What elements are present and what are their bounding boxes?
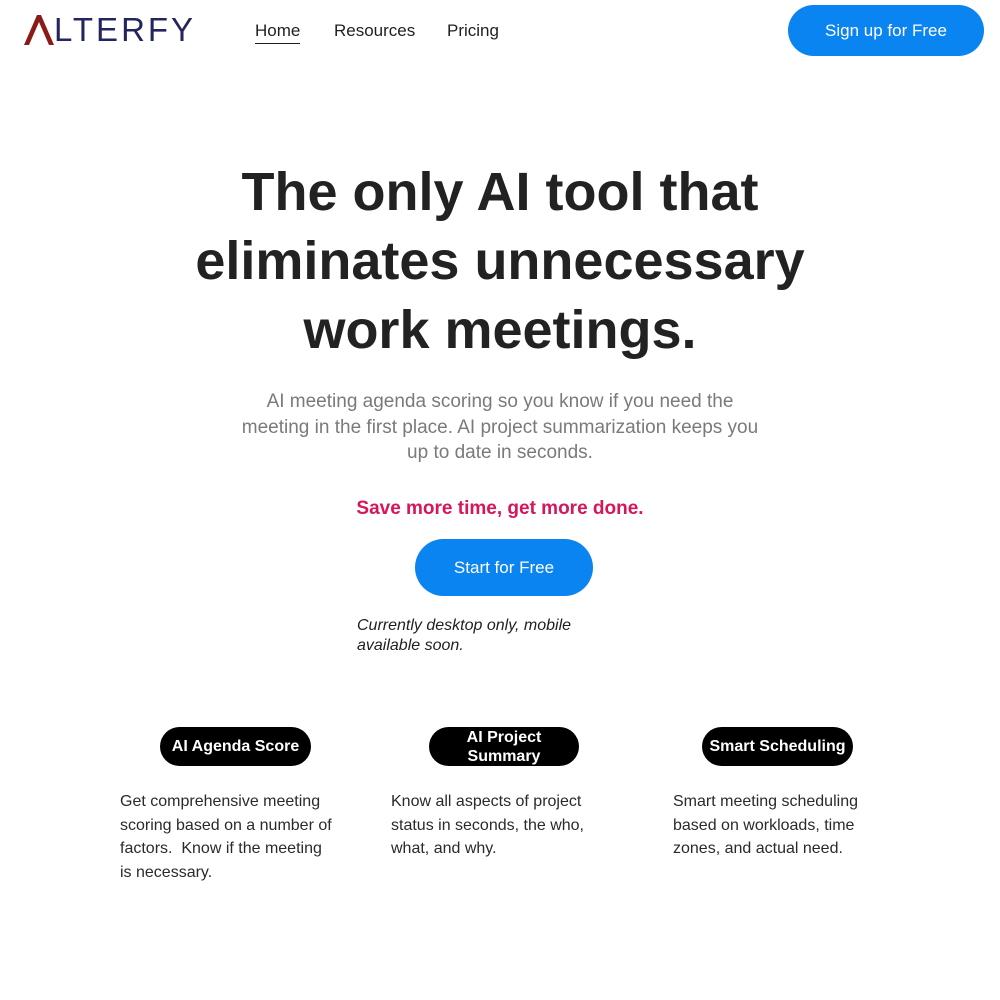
feature-desc-line: status in seconds, the who,	[391, 816, 584, 834]
nav-home-link[interactable]: Home	[255, 20, 301, 44]
feature-title-line: AI Project	[466, 728, 542, 746]
start-for-free-button[interactable]: Start for Free	[415, 539, 593, 596]
feature-desc-line: based on workloads, time	[673, 816, 855, 834]
feature-desc-line: scoring based on a number of	[120, 816, 332, 834]
availability-note: Currently desktop only, mobile available…	[357, 616, 607, 656]
availability-note-line: Currently desktop only, mobile	[357, 617, 572, 634]
feature-desc-project-summary: Know all aspects of project status in se…	[391, 790, 631, 861]
hero-title: The only AI tool that eliminates unneces…	[100, 158, 900, 365]
hero-title-line: work meetings.	[303, 300, 697, 360]
hero-subtitle-line: AI meeting agenda scoring so you know if…	[266, 391, 734, 412]
logo-a-mark-icon	[24, 15, 54, 45]
feature-desc-line: Smart meeting scheduling	[673, 793, 858, 810]
feature-title-line: AI Agenda Score	[171, 738, 300, 755]
feature-title-project-summary: AI Project Summary	[429, 727, 579, 766]
feature-desc-line: Get comprehensive meeting	[120, 793, 321, 810]
feature-desc-smart-scheduling: Smart meeting scheduling based on worklo…	[673, 790, 913, 861]
feature-desc-line: what, and why.	[391, 840, 497, 857]
site-header: LTERFY Home Resources Pricing Sign up fo…	[0, 0, 1000, 62]
hero-subtitle: AI meeting agenda scoring so you know if…	[200, 389, 800, 466]
sign-up-button[interactable]: Sign up for Free	[788, 5, 984, 56]
feature-title-agenda-score: AI Agenda Score	[160, 727, 311, 766]
hero-title-line: eliminates unnecessary	[195, 231, 805, 291]
hero-title-line: The only AI tool that	[241, 162, 759, 222]
nav-pricing-link[interactable]: Pricing	[447, 20, 499, 42]
nav-resources-link[interactable]: Resources	[334, 20, 415, 42]
feature-title-line: Smart Scheduling	[709, 738, 846, 755]
feature-desc-line: factors. Know if the meeting	[120, 840, 322, 857]
alterfy-logo[interactable]: LTERFY	[24, 11, 197, 48]
feature-title-smart-scheduling: Smart Scheduling	[702, 727, 853, 766]
feature-desc-line: zones, and actual need.	[673, 840, 843, 857]
feature-desc-line: is necessary.	[120, 863, 213, 881]
logo-wordmark: LTERFY	[54, 11, 197, 48]
hero-subtitle-line: meeting in the first place. AI project s…	[241, 416, 759, 438]
feature-title-line: Summary	[467, 747, 541, 765]
hero-tagline: Save more time, get more done.	[356, 498, 644, 519]
availability-note-line: available soon.	[357, 637, 464, 654]
hero-subtitle-line: up to date in seconds.	[407, 442, 593, 463]
feature-desc-line: Know all aspects of project	[391, 793, 582, 810]
feature-desc-agenda-score: Get comprehensive meeting scoring based …	[120, 790, 360, 884]
